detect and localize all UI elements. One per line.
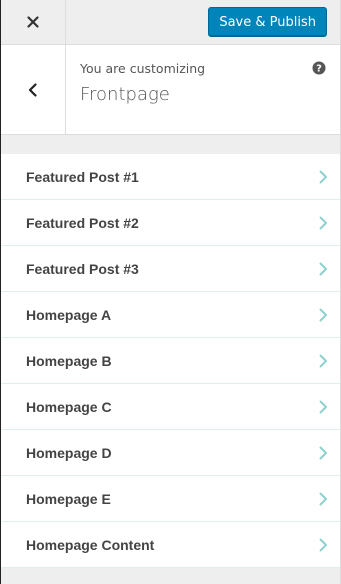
section-item[interactable]: Homepage E: [1, 476, 340, 522]
section-label: Featured Post #1: [26, 168, 139, 185]
section-item[interactable]: Homepage B: [1, 338, 340, 384]
section-label: Featured Post #2: [26, 214, 139, 231]
section-item[interactable]: Featured Post #2: [1, 200, 340, 246]
chevron-right-icon: [319, 170, 327, 183]
section-item[interactable]: Homepage A: [1, 292, 340, 338]
section-item[interactable]: Featured Post #1: [1, 154, 340, 200]
chevron-right-icon: [319, 354, 327, 367]
section-spacer: [1, 135, 340, 154]
chevron-right-icon: [319, 492, 327, 505]
section-label: Homepage Content: [26, 536, 155, 553]
save-publish-button[interactable]: Save & Publish: [208, 7, 327, 37]
section-item[interactable]: Featured Post #3: [1, 246, 340, 292]
chevron-right-icon: [319, 216, 327, 229]
section-label: Featured Post #3: [26, 260, 139, 277]
help-button[interactable]: ?: [312, 61, 326, 80]
back-button[interactable]: [1, 45, 66, 134]
chevron-left-icon: [28, 82, 37, 97]
chevron-right-icon: [319, 538, 327, 551]
panel-title: Frontpage: [80, 84, 170, 105]
customizing-subtitle: You are customizing: [80, 61, 206, 76]
svg-text:?: ?: [316, 64, 322, 75]
section-label: Homepage C: [26, 398, 112, 415]
section-label: Homepage A: [26, 306, 112, 323]
chevron-right-icon: [319, 400, 327, 413]
chevron-right-icon: [319, 262, 327, 275]
section-item[interactable]: Homepage D: [1, 430, 340, 476]
sections-list: Featured Post #1 Featured Post #2 Featured…: [1, 154, 340, 568]
close-icon: [27, 16, 39, 28]
section-label: Homepage E: [26, 490, 111, 507]
help-icon: ?: [312, 61, 326, 75]
close-button[interactable]: [1, 0, 66, 44]
section-item[interactable]: Homepage C: [1, 384, 340, 430]
customizing-info: You are customizing Frontpage ?: [1, 45, 340, 135]
section-item[interactable]: Homepage Content: [1, 522, 340, 568]
customizer-header: Save & Publish: [1, 0, 340, 45]
section-label: Homepage B: [26, 352, 112, 369]
chevron-right-icon: [319, 308, 327, 321]
header-actions: Save & Publish: [66, 0, 340, 44]
chevron-right-icon: [319, 446, 327, 459]
section-label: Homepage D: [26, 444, 112, 461]
customizer-panel: Save & Publish You are customizing Front…: [0, 0, 341, 584]
customizing-text: You are customizing Frontpage ?: [66, 45, 340, 134]
